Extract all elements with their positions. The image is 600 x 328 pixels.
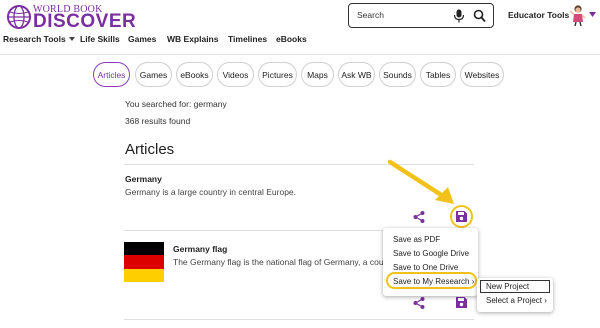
germany-flag-image[interactable] bbox=[124, 242, 164, 282]
microphone-icon[interactable] bbox=[453, 9, 465, 23]
share-icon[interactable] bbox=[413, 211, 425, 223]
result-title-link[interactable]: Germany flag bbox=[173, 244, 227, 254]
chevron-right-icon: › bbox=[544, 296, 547, 305]
search-input[interactable]: Search bbox=[357, 10, 384, 20]
nav-life-skills[interactable]: Life Skills bbox=[80, 34, 120, 44]
nav-research-tools[interactable]: Research Tools bbox=[3, 34, 75, 44]
search-box[interactable]: Search bbox=[348, 3, 494, 28]
globe-logo-icon bbox=[7, 5, 31, 29]
flag-stripe-red bbox=[124, 255, 164, 269]
pill-maps[interactable]: Maps bbox=[301, 62, 334, 87]
submenu-select-a-project[interactable]: Select a Project › bbox=[486, 296, 547, 305]
divider bbox=[124, 230, 384, 231]
submenu-select-a-project-label: Select a Project bbox=[486, 296, 543, 305]
header-divider bbox=[0, 54, 600, 55]
submenu-new-project[interactable]: New Project bbox=[486, 282, 529, 291]
nav-research-tools-label: Research Tools bbox=[3, 34, 66, 44]
result-count: 368 results found bbox=[125, 116, 191, 126]
logo-discover-text: DISCOVER bbox=[33, 11, 137, 32]
pill-ask-wb[interactable]: Ask WB bbox=[338, 62, 375, 87]
nav-timelines[interactable]: Timelines bbox=[228, 34, 267, 44]
pill-websites[interactable]: Websites bbox=[460, 62, 504, 87]
chevron-down-icon[interactable] bbox=[589, 12, 596, 17]
share-icon[interactable] bbox=[413, 297, 425, 309]
arrow-icon bbox=[387, 159, 454, 204]
section-heading: Articles bbox=[125, 141, 175, 158]
save-icon[interactable] bbox=[456, 297, 467, 308]
dropdown-arrow-icon bbox=[68, 37, 75, 41]
pill-ebooks[interactable]: eBooks bbox=[176, 62, 213, 87]
pill-games[interactable]: Games bbox=[135, 62, 172, 87]
pill-videos[interactable]: Videos bbox=[217, 62, 254, 87]
result-title-link[interactable]: Germany bbox=[125, 174, 162, 184]
result-description: The Germany flag is the national flag of… bbox=[173, 257, 384, 267]
menu-save-to-my-research-label: Save to My Research bbox=[393, 277, 470, 286]
research-submenu: New Project Select a Project › bbox=[477, 278, 553, 312]
menu-save-to-one-drive[interactable]: Save to One Drive bbox=[393, 263, 458, 272]
chevron-right-icon: › bbox=[471, 277, 475, 286]
world-book-discover-logo[interactable]: WORLD BOOK DISCOVER bbox=[6, 4, 137, 32]
educator-tools-link[interactable]: Educator Tools bbox=[508, 10, 569, 20]
divider bbox=[124, 319, 474, 320]
menu-save-as-pdf[interactable]: Save as PDF bbox=[393, 235, 440, 244]
pill-sounds[interactable]: Sounds bbox=[379, 62, 416, 87]
menu-save-to-google-drive[interactable]: Save to Google Drive bbox=[393, 249, 469, 258]
result-description: Germany is a large country in central Eu… bbox=[125, 187, 297, 197]
save-icon[interactable] bbox=[456, 211, 467, 222]
nav-games[interactable]: Games bbox=[128, 34, 156, 44]
search-query-text: You searched for: germany bbox=[125, 99, 227, 109]
flag-stripe-black bbox=[124, 242, 164, 256]
menu-save-to-my-research[interactable]: Save to My Research › bbox=[393, 277, 474, 286]
save-menu: Save as PDF Save to Google Drive Save to… bbox=[383, 228, 478, 296]
nav-wb-explains[interactable]: WB Explains bbox=[167, 34, 218, 44]
pill-articles[interactable]: Articles bbox=[93, 62, 130, 87]
flag-stripe-gold bbox=[124, 268, 164, 282]
avatar-icon[interactable] bbox=[570, 4, 586, 26]
search-icon[interactable] bbox=[473, 9, 486, 23]
pill-pictures[interactable]: Pictures bbox=[258, 62, 297, 87]
nav-ebooks[interactable]: eBooks bbox=[276, 34, 307, 44]
pill-tables[interactable]: Tables bbox=[420, 62, 456, 87]
